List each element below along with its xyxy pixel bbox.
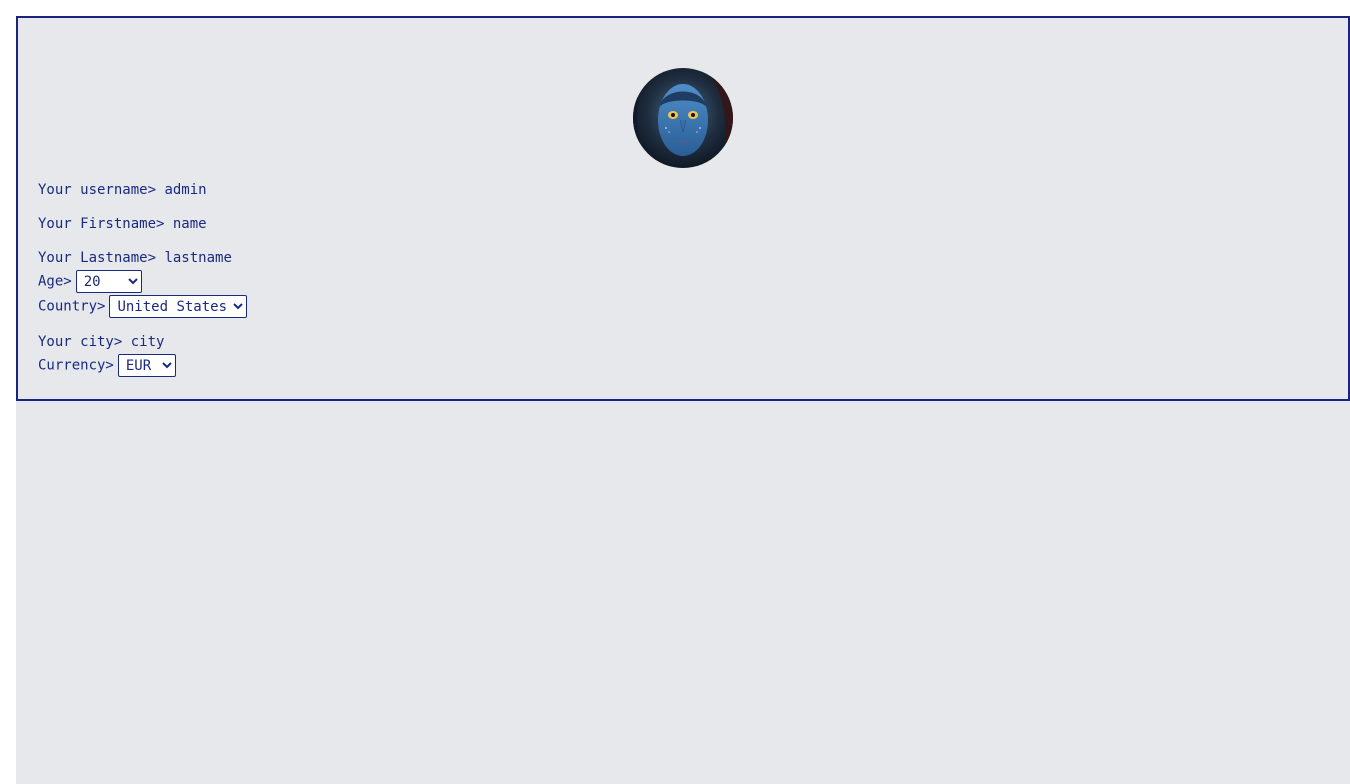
age-row: Age> 20 [38, 270, 142, 293]
avatar-face-icon [633, 68, 733, 168]
lastname-value: lastname [164, 250, 232, 266]
city-value: city [130, 334, 165, 350]
lastname-label: Your Lastname> [38, 250, 157, 266]
country-label: Country> [38, 298, 106, 315]
lastname-row: Your Lastname> lastname [38, 249, 232, 267]
firstname-label: Your Firstname> [38, 216, 165, 232]
firstname-value: name [172, 216, 207, 232]
country-select[interactable]: United States [109, 295, 248, 318]
city-label: Your city> [38, 334, 123, 350]
username-label: Your username> [38, 182, 157, 198]
city-row: Your city> city [38, 333, 164, 351]
age-select[interactable]: 20 [75, 270, 142, 293]
firstname-row: Your Firstname> name [38, 215, 207, 233]
avatar [633, 68, 733, 168]
age-label: Age> [38, 273, 72, 290]
currency-row: Currency> EUR [38, 354, 176, 377]
currency-label: Currency> [38, 357, 114, 374]
profile-panel: Your username> admin Your Firstname> nam… [16, 16, 1350, 401]
country-row: Country> United States [38, 295, 248, 318]
username-value: admin [164, 182, 207, 198]
username-row: Your username> admin [38, 181, 207, 199]
currency-select[interactable]: EUR [117, 354, 176, 377]
